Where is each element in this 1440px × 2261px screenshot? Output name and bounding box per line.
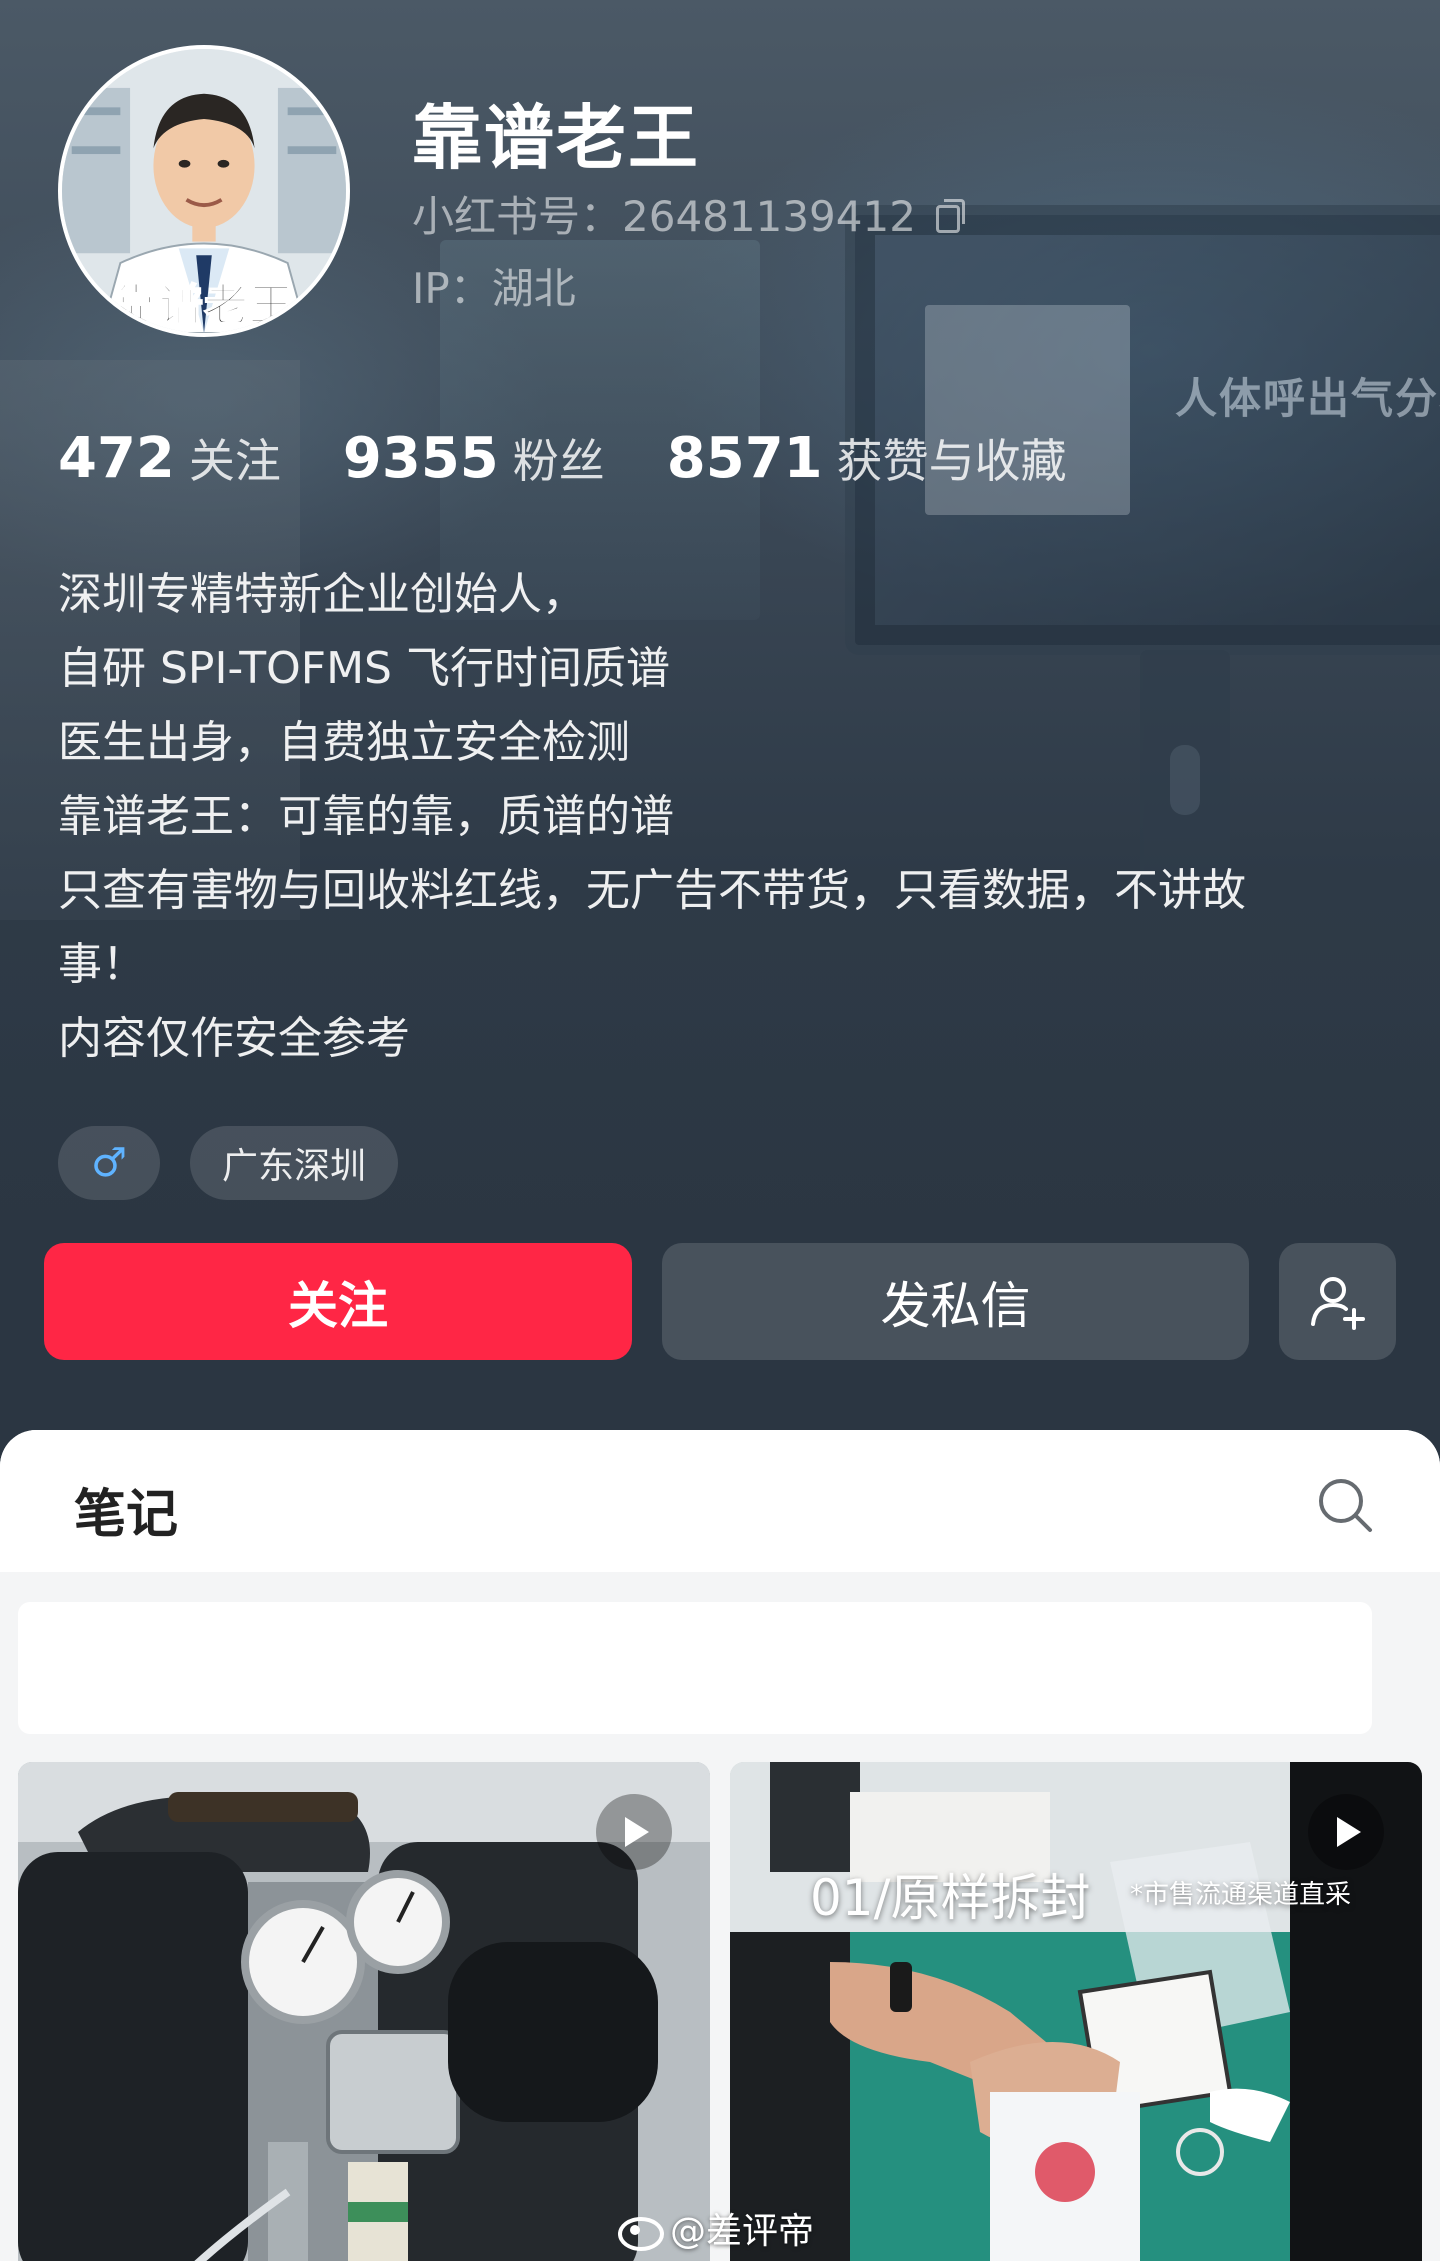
stat-value: 9355 [342,426,499,491]
location-tag: 广东深圳 [190,1126,399,1200]
avatar[interactable]: 靠谱老王 [58,45,350,337]
watermark-text: @差评帝 [670,2211,815,2252]
add-user-icon [1310,1276,1365,1330]
pinned-notice[interactable] [18,1602,1372,1734]
watermark: @差评帝 [618,2202,814,2254]
notes-tab-bar: 笔记 [0,1430,1440,1572]
message-button[interactable]: 发私信 [662,1243,1249,1360]
gender-tag: ♂ [58,1126,160,1200]
add-user-button[interactable] [1279,1243,1396,1360]
profile-bio: 深圳专精特新企业创始人， 自研 SPI-TOFMS 飞行时间质谱 医生出身，自费… [58,558,1388,1076]
stat-followers[interactable]: 9355 粉丝 [343,425,605,491]
stat-label: 获赞与收藏 [836,434,1067,488]
monitor-screen-title: 人体呼出气分析 [1175,374,1440,423]
profile-tags: ♂ 广东深圳 [58,1126,399,1200]
bio-line: 只查有害物与回收料红线，无广告不带货，只看数据，不讲故 [58,865,1246,916]
note-card[interactable] [18,1762,710,2261]
red-id: 小红书号：26481139412 [412,192,916,241]
bio-line: 医生出身，自费独立安全检测 [58,717,630,768]
note-overlay-title: 01/原样拆封 [810,1869,1091,1927]
play-icon [596,1794,672,1870]
tab-notes[interactable]: 笔记 [74,1472,178,1547]
bio-line: 自研 SPI-TOFMS 飞行时间质谱 [58,643,670,694]
bio-line: 内容仅作安全参考 [58,1013,410,1064]
stat-label: 粉丝 [512,434,605,488]
profile-name: 靠谱老王 [412,97,700,179]
ip-location: IP：湖北 [412,264,576,313]
profile-stats: 472 关注 9355 粉丝 8571 获赞与收藏 [58,425,1067,491]
avatar-caption: 靠谱老王 [113,279,294,332]
stat-following[interactable]: 472 关注 [58,425,281,491]
weibo-icon [618,2211,664,2251]
male-icon: ♂ [91,1140,127,1186]
bio-line: 靠谱老王：可靠的靠，质谱的谱 [58,791,674,842]
follow-button[interactable]: 关注 [44,1243,632,1360]
copy-icon[interactable] [935,198,965,233]
note-overlay-subtitle: *市售流通渠道直采 [1130,1880,1352,1910]
search-icon[interactable] [1315,1475,1375,1535]
play-icon [1308,1794,1384,1870]
stat-value: 472 [58,426,175,491]
note-card[interactable]: 01/原样拆封 *市售流通渠道直采 [730,1762,1422,2261]
stat-label: 关注 [188,434,281,488]
stat-likes-collects[interactable]: 8571 获赞与收藏 [667,425,1067,491]
bio-line: 事！ [58,939,146,990]
stat-value: 8571 [666,426,823,491]
red-id-row: 小红书号：26481139412 [412,183,965,244]
bio-line: 深圳专精特新企业创始人， [58,569,586,620]
notes-panel: 笔记 01/原样拆封 *市售流通渠道直采 [0,1430,1440,2261]
